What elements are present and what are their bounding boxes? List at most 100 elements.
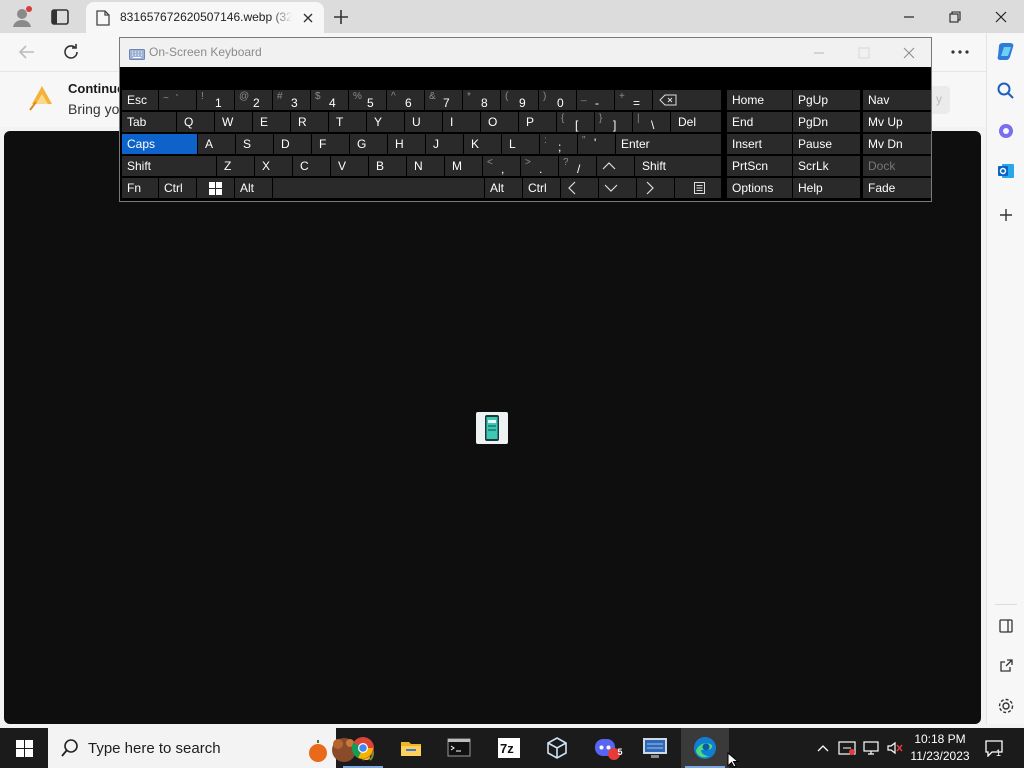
key-del[interactable]: Del bbox=[671, 112, 721, 132]
key-d[interactable]: D bbox=[274, 134, 311, 154]
key-7[interactable]: & 7 bbox=[425, 90, 462, 110]
key-quote[interactable]: " ' bbox=[578, 134, 615, 154]
key-alt-left[interactable]: Alt bbox=[235, 178, 272, 198]
key-t[interactable]: T bbox=[329, 112, 366, 132]
key-enter[interactable]: Enter bbox=[616, 134, 721, 154]
close-window-icon[interactable] bbox=[978, 0, 1024, 33]
key-alt-right[interactable]: Alt bbox=[485, 178, 522, 198]
key-fade[interactable]: Fade bbox=[863, 178, 931, 198]
key-dock[interactable]: Dock bbox=[863, 156, 931, 176]
key-fn[interactable]: Fn bbox=[122, 178, 158, 198]
settings-gear-icon[interactable] bbox=[994, 694, 1018, 718]
outlook-icon[interactable] bbox=[994, 159, 1018, 183]
key-arrow-left[interactable] bbox=[561, 178, 598, 198]
key-m[interactable]: M bbox=[445, 156, 482, 176]
key-windows[interactable] bbox=[197, 178, 234, 198]
more-menu-icon[interactable] bbox=[948, 41, 972, 63]
key-f[interactable]: F bbox=[312, 134, 349, 154]
key-slash[interactable]: ? / bbox=[559, 156, 596, 176]
key-3[interactable]: #3 bbox=[273, 90, 310, 110]
shopping-icon[interactable] bbox=[994, 119, 1018, 143]
osk-titlebar[interactable]: On-Screen Keyboard bbox=[120, 38, 931, 67]
search-icon[interactable] bbox=[994, 79, 1018, 103]
key-h[interactable]: H bbox=[388, 134, 425, 154]
osk-maximize-icon[interactable] bbox=[851, 42, 877, 64]
tab-actions-icon[interactable] bbox=[48, 6, 72, 28]
key-r[interactable]: R bbox=[291, 112, 328, 132]
taskbar-search-box[interactable]: Type here to search bbox=[48, 728, 374, 768]
key-backspace[interactable] bbox=[653, 90, 721, 110]
start-button[interactable] bbox=[0, 728, 48, 768]
key-z[interactable]: Z bbox=[217, 156, 254, 176]
key-esc[interactable]: Esc bbox=[122, 90, 158, 110]
3d-viewer-taskbar-button[interactable] bbox=[533, 728, 581, 768]
key-e[interactable]: E bbox=[253, 112, 290, 132]
key-pause[interactable]: Pause bbox=[793, 134, 860, 154]
key-q[interactable]: Q bbox=[177, 112, 214, 132]
key-left-bracket[interactable]: {[ bbox=[557, 112, 594, 132]
key-backslash[interactable]: | \ bbox=[633, 112, 670, 132]
taskbar-clock[interactable]: 10:18 PM 11/23/2023 bbox=[906, 731, 974, 765]
key-insert[interactable]: Insert bbox=[727, 134, 792, 154]
minimize-icon[interactable] bbox=[886, 0, 932, 33]
key-period[interactable]: >. bbox=[521, 156, 558, 176]
copilot-icon[interactable] bbox=[994, 39, 1018, 63]
key-help[interactable]: Help bbox=[793, 178, 860, 198]
key-y[interactable]: Y bbox=[367, 112, 404, 132]
key-caps[interactable]: Caps bbox=[122, 134, 197, 154]
back-icon[interactable] bbox=[16, 41, 38, 63]
key-9[interactable]: (9 bbox=[501, 90, 538, 110]
key-menu[interactable] bbox=[675, 178, 721, 198]
new-tab-icon[interactable] bbox=[330, 6, 352, 28]
key-end[interactable]: End bbox=[727, 112, 792, 132]
edge-taskbar-button[interactable] bbox=[681, 728, 729, 768]
key-x[interactable]: X bbox=[255, 156, 292, 176]
osk-minimize-icon[interactable] bbox=[806, 42, 832, 64]
key-ctrl-right[interactable]: Ctrl bbox=[523, 178, 560, 198]
remote-desktop-taskbar-button[interactable] bbox=[631, 728, 679, 768]
key-mv-up[interactable]: Mv Up bbox=[863, 112, 931, 132]
profile-icon[interactable] bbox=[10, 5, 34, 29]
key-comma[interactable]: <, bbox=[483, 156, 520, 176]
key-p[interactable]: P bbox=[519, 112, 556, 132]
key-k[interactable]: K bbox=[464, 134, 501, 154]
security-tray-icon[interactable] bbox=[836, 728, 858, 768]
key-mv-dn[interactable]: Mv Dn bbox=[863, 134, 931, 154]
key-0[interactable]: ) 0 bbox=[539, 90, 576, 110]
key-a[interactable]: A bbox=[198, 134, 235, 154]
key-scrlk[interactable]: ScrLk bbox=[793, 156, 860, 176]
key-options[interactable]: Options bbox=[727, 178, 792, 198]
key-tilde[interactable]: ~ ` bbox=[159, 90, 196, 110]
key-nav[interactable]: Nav bbox=[863, 90, 931, 110]
key-s[interactable]: S bbox=[236, 134, 273, 154]
chrome-taskbar-button[interactable] bbox=[339, 728, 387, 768]
key-4[interactable]: $4 bbox=[311, 90, 348, 110]
key-equals[interactable]: + = bbox=[615, 90, 652, 110]
split-screen-icon[interactable] bbox=[994, 614, 1018, 638]
open-external-icon[interactable] bbox=[994, 654, 1018, 678]
key-v[interactable]: V bbox=[331, 156, 368, 176]
key-prtscn[interactable]: PrtScn bbox=[727, 156, 792, 176]
key-b[interactable]: B bbox=[369, 156, 406, 176]
key-8[interactable]: * 8 bbox=[463, 90, 500, 110]
notification-center-icon[interactable]: 1 bbox=[980, 728, 1008, 768]
key-tab[interactable]: Tab bbox=[122, 112, 176, 132]
discord-taskbar-button[interactable]: 5 bbox=[583, 728, 631, 768]
key-semicolon[interactable]: :; bbox=[540, 134, 577, 154]
key-arrow-right[interactable] bbox=[637, 178, 674, 198]
key-j[interactable]: J bbox=[426, 134, 463, 154]
key-c[interactable]: C bbox=[293, 156, 330, 176]
key-shift-left[interactable]: Shift bbox=[122, 156, 216, 176]
terminal-taskbar-button[interactable] bbox=[435, 728, 483, 768]
key-i[interactable]: I bbox=[443, 112, 480, 132]
browser-tab[interactable]: 831657672620507146.webp (32 bbox=[86, 2, 324, 33]
add-icon[interactable] bbox=[994, 203, 1018, 227]
key-shift-right[interactable]: Shift bbox=[635, 156, 721, 176]
key-pgup[interactable]: PgUp bbox=[793, 90, 860, 110]
network-tray-icon[interactable] bbox=[860, 728, 882, 768]
volume-muted-icon[interactable] bbox=[884, 728, 906, 768]
show-hidden-icons-chevron-icon[interactable] bbox=[812, 728, 834, 768]
restore-icon[interactable] bbox=[932, 0, 978, 33]
key-o[interactable]: O bbox=[481, 112, 518, 132]
close-tab-icon[interactable] bbox=[300, 10, 316, 26]
